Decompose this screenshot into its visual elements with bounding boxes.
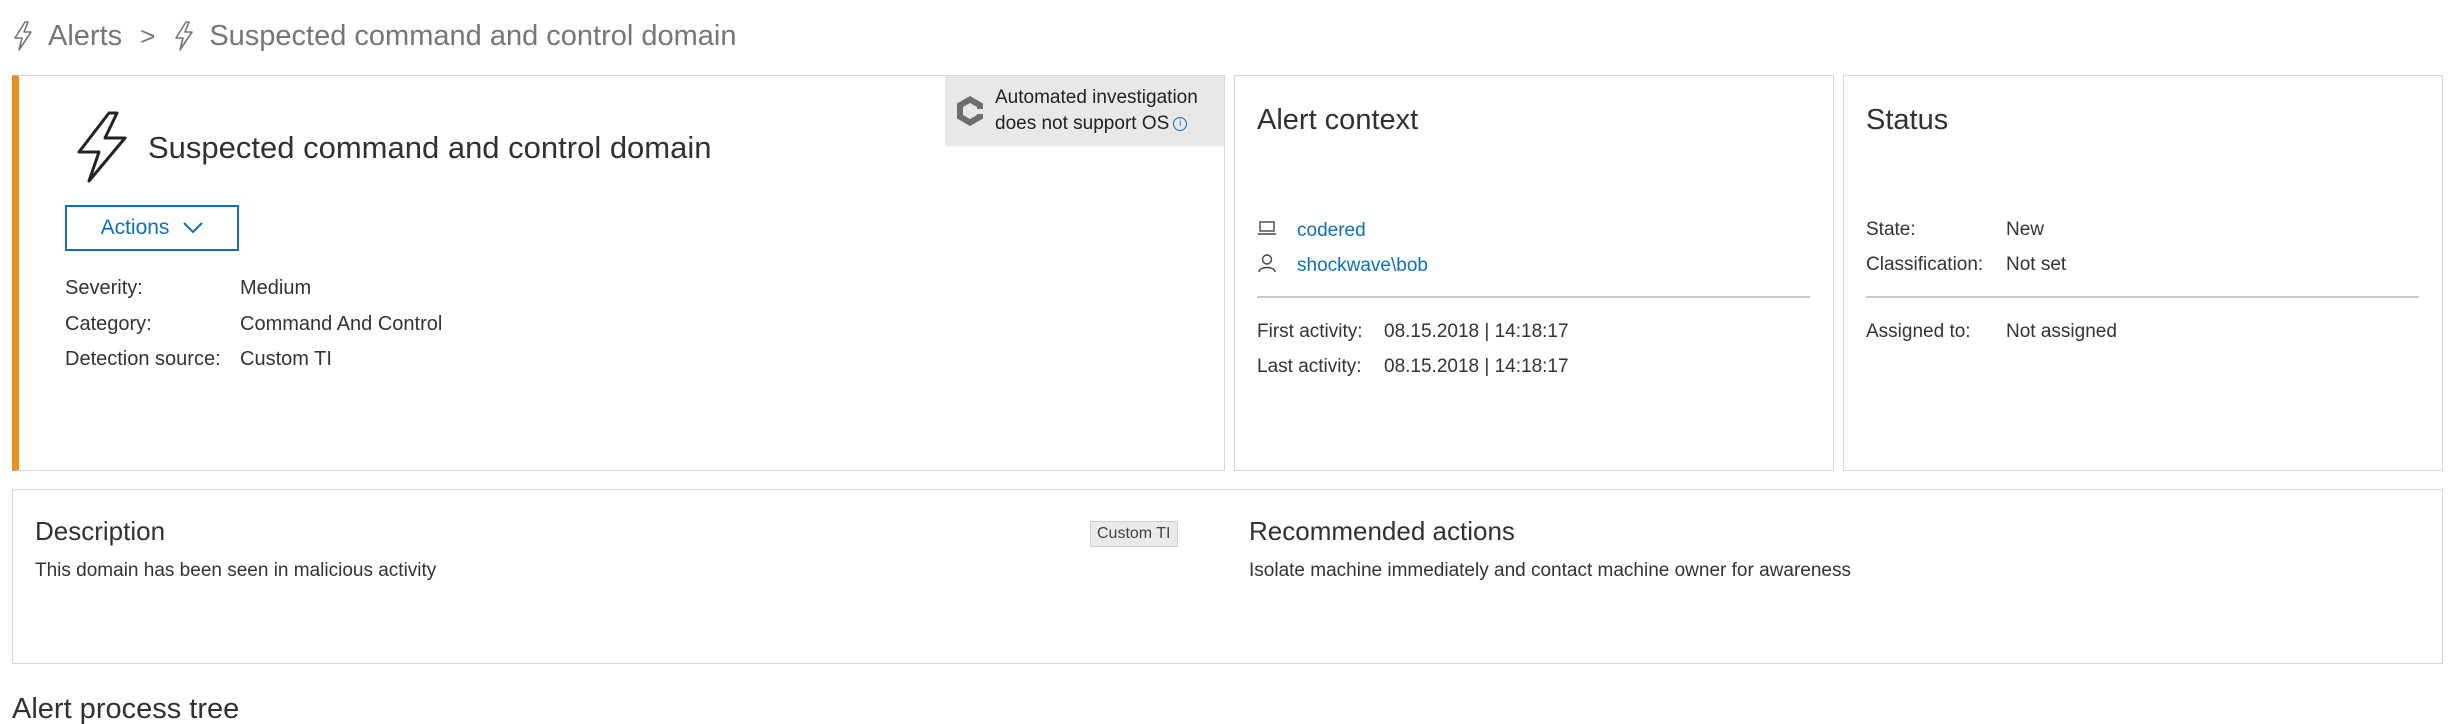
alert-process-tree-heading: Alert process tree bbox=[12, 693, 240, 724]
actions-button[interactable]: Actions bbox=[65, 205, 239, 251]
alert-title: Suspected command and control domain bbox=[148, 130, 712, 165]
classification-value: Not set bbox=[2006, 254, 2067, 275]
custom-ti-tag: Custom TI bbox=[1090, 521, 1178, 547]
breadcrumb: Alerts > Suspected command and control d… bbox=[12, 14, 736, 58]
chevron-down-icon bbox=[183, 216, 204, 240]
laptop-icon bbox=[1257, 218, 1277, 243]
hexagon-investigation-icon bbox=[955, 94, 985, 128]
person-icon bbox=[1257, 253, 1277, 278]
context-divider bbox=[1257, 296, 1810, 298]
last-activity-value: 08.15.2018 | 14:18:17 bbox=[1384, 356, 1569, 377]
detection-source-label: Detection source: bbox=[65, 348, 221, 370]
automated-banner-line2: does not support OS bbox=[995, 113, 1170, 134]
machine-row: codered bbox=[1257, 218, 1366, 243]
status-card: Status State: New Classification: Not se… bbox=[1843, 75, 2443, 471]
description-heading: Description bbox=[35, 516, 166, 546]
lightning-bolt-icon bbox=[67, 110, 137, 184]
classification-row: Classification: Not set bbox=[1866, 254, 2066, 276]
info-icon[interactable]: i bbox=[1173, 116, 1188, 131]
last-activity-row: Last activity: 08.15.2018 | 14:18:17 bbox=[1257, 356, 1569, 378]
description-text: This domain has been seen in malicious a… bbox=[35, 560, 437, 581]
severity-label: Severity: bbox=[65, 277, 143, 299]
description-card: Description This domain has been seen in… bbox=[12, 489, 2443, 664]
breadcrumb-alerts-link[interactable]: Alerts bbox=[48, 20, 122, 53]
assigned-row: Assigned to: Not assigned bbox=[1866, 321, 2117, 343]
detection-source-value: Custom TI bbox=[240, 348, 332, 370]
lightning-bolt-icon bbox=[173, 21, 195, 51]
automated-investigation-banner: Automated investigation does not support… bbox=[945, 76, 1224, 146]
category-label: Category: bbox=[65, 313, 152, 335]
automated-banner-line1: Automated investigation bbox=[995, 87, 1198, 108]
status-heading: Status bbox=[1866, 104, 1949, 136]
alert-summary-card: Suspected command and control domain Act… bbox=[12, 75, 1225, 471]
first-activity-row: First activity: 08.15.2018 | 14:18:17 bbox=[1257, 321, 1569, 343]
alert-context-heading: Alert context bbox=[1257, 104, 1419, 136]
alert-context-card: Alert context codered shockwave\bob Firs… bbox=[1234, 75, 1834, 471]
state-label: State: bbox=[1866, 219, 1916, 240]
status-divider bbox=[1866, 296, 2419, 298]
classification-label: Classification: bbox=[1866, 254, 1984, 275]
user-row: shockwave\bob bbox=[1257, 253, 1428, 278]
assigned-label: Assigned to: bbox=[1866, 321, 1971, 342]
breadcrumb-current: Suspected command and control domain bbox=[209, 19, 737, 52]
breadcrumb-separator: > bbox=[140, 20, 156, 51]
state-value: New bbox=[2006, 219, 2045, 240]
state-row: State: New bbox=[1866, 219, 2044, 241]
category-value: Command And Control bbox=[240, 313, 443, 335]
first-activity-label: First activity: bbox=[1257, 321, 1363, 342]
first-activity-value: 08.15.2018 | 14:18:17 bbox=[1384, 321, 1569, 342]
last-activity-label: Last activity: bbox=[1257, 356, 1362, 377]
severity-value: Medium bbox=[240, 277, 312, 299]
recommended-actions-heading: Recommended actions bbox=[1249, 516, 1515, 546]
lightning-bolt-icon bbox=[12, 21, 34, 51]
machine-link[interactable]: codered bbox=[1297, 220, 1366, 242]
assigned-value: Not assigned bbox=[2006, 321, 2117, 342]
user-link[interactable]: shockwave\bob bbox=[1297, 255, 1428, 277]
recommended-actions-text: Isolate machine immediately and contact … bbox=[1249, 560, 1851, 581]
actions-label: Actions bbox=[100, 216, 170, 239]
